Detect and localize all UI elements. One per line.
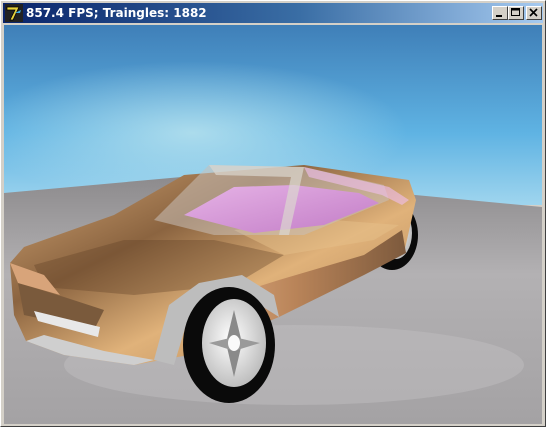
minimize-icon bbox=[496, 15, 502, 17]
maximize-button[interactable] bbox=[508, 6, 524, 20]
close-button[interactable] bbox=[526, 6, 542, 20]
minimize-button[interactable] bbox=[492, 6, 508, 20]
title-bar[interactable]: 857.4 FPS; Traingles: 1882 bbox=[3, 3, 543, 23]
maximize-icon bbox=[511, 8, 520, 16]
application-window: 857.4 FPS; Traingles: 1882 bbox=[0, 0, 546, 427]
render-viewport[interactable] bbox=[4, 25, 542, 424]
app-logo-icon bbox=[5, 4, 23, 22]
window-title: 857.4 FPS; Traingles: 1882 bbox=[26, 6, 207, 20]
close-icon bbox=[529, 8, 538, 17]
